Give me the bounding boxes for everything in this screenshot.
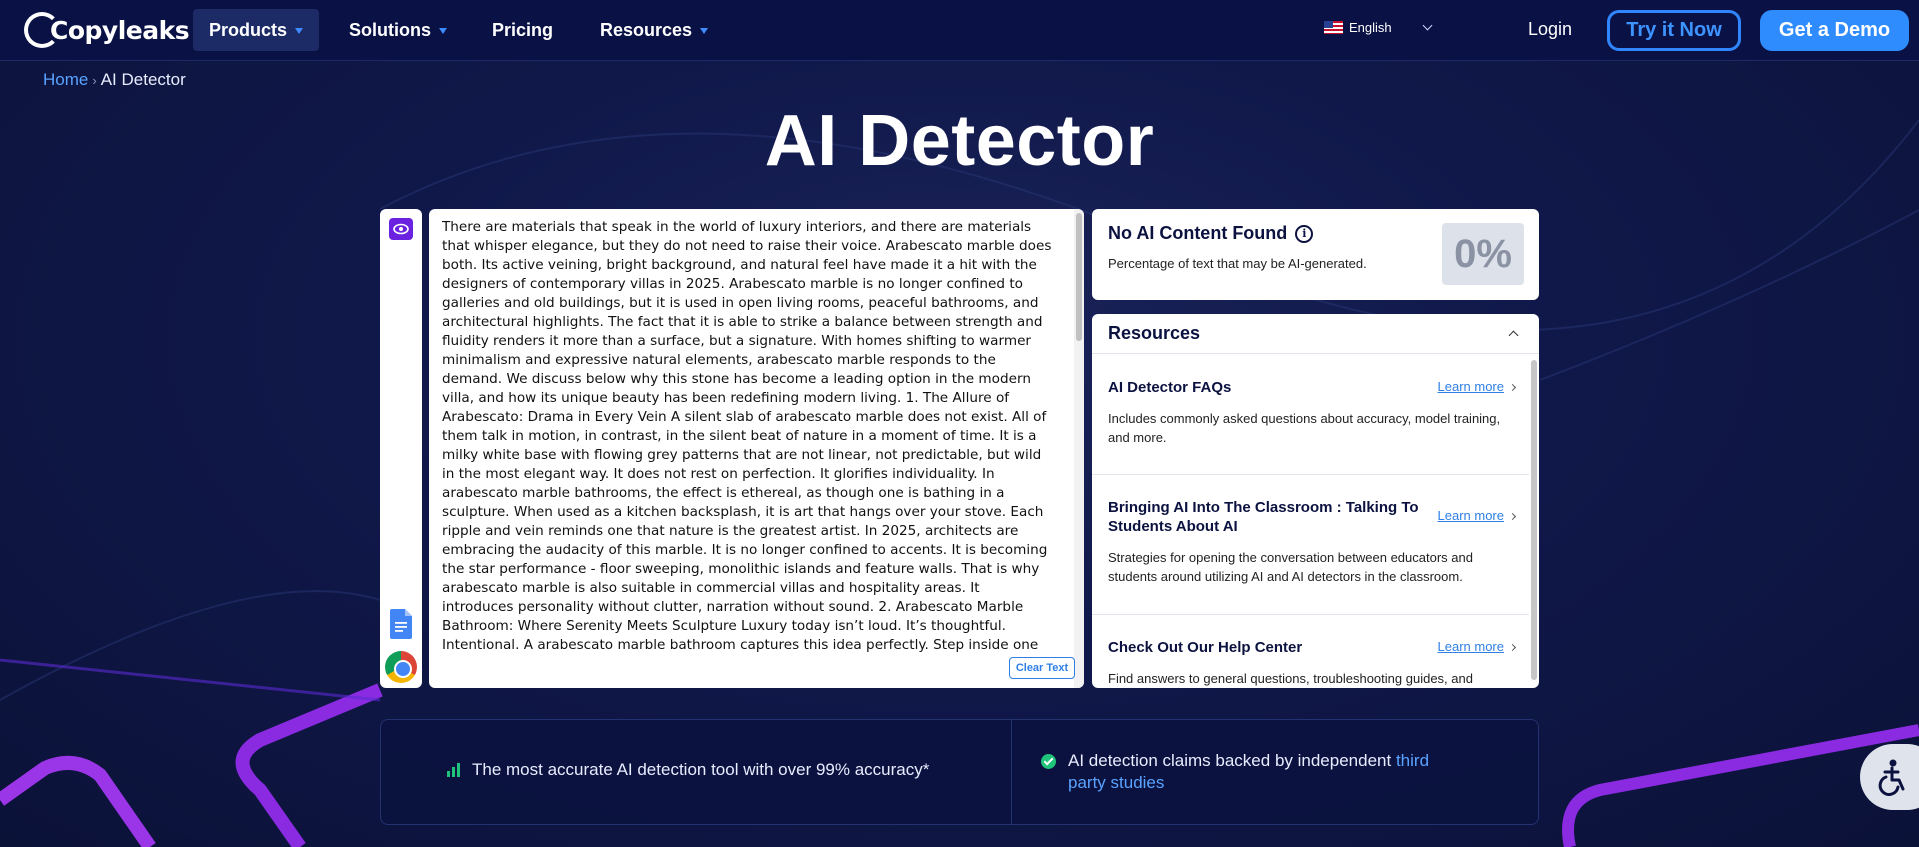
resource-title[interactable]: AI Detector FAQs: [1108, 378, 1428, 397]
text-input-panel[interactable]: There are materials that speak in the wo…: [429, 209, 1084, 688]
nav-resources-label: Resources: [600, 19, 693, 40]
learn-more-link[interactable]: Learn more: [1437, 508, 1517, 523]
resources-panel: Resources AI Detector FAQs Learn more In…: [1092, 314, 1539, 688]
top-nav: Copyleaks Products Solutions Pricing Res…: [0, 0, 1919, 61]
caret-down-icon: [439, 28, 447, 34]
us-flag-icon: [1324, 21, 1343, 34]
ai-percentage: 0%: [1442, 223, 1524, 285]
eye-icon[interactable]: [389, 218, 413, 240]
breadcrumb-separator: ›: [92, 73, 97, 88]
learn-more-label: Learn more: [1437, 639, 1504, 654]
third-party-studies-link[interactable]: third: [1396, 751, 1429, 770]
get-a-demo-button[interactable]: Get a Demo: [1760, 10, 1909, 51]
info-icon[interactable]: i: [1295, 224, 1314, 243]
result-card: No AI Content Found i Percentage of text …: [1092, 209, 1539, 300]
resources-list: AI Detector FAQs Learn more Includes com…: [1092, 355, 1529, 688]
chrome-extension-icon[interactable]: [385, 651, 417, 683]
text-scrollbar[interactable]: [1074, 209, 1084, 688]
accessibility-button[interactable]: [1860, 744, 1919, 810]
resource-description: Find answers to general questions, troub…: [1108, 671, 1473, 686]
resource-item: Bringing AI Into The Classroom : Talking…: [1092, 475, 1529, 615]
try-it-now-button[interactable]: Try it Now: [1607, 10, 1741, 51]
result-heading-text: No AI Content Found: [1108, 223, 1288, 243]
result-description: Percentage of text that may be AI-genera…: [1108, 256, 1367, 271]
third-party-studies-link-2[interactable]: party studies: [1068, 773, 1164, 792]
accuracy-claim: The most accurate AI detection tool with…: [447, 760, 929, 780]
breadcrumb-current: AI Detector: [100, 70, 186, 89]
nav-products[interactable]: Products: [193, 9, 320, 51]
resource-item: Check Out Our Help Center Learn more Fin…: [1092, 615, 1529, 688]
google-docs-icon[interactable]: [390, 609, 412, 639]
resources-heading: Resources: [1108, 323, 1201, 343]
nav-products-label: Products: [209, 19, 288, 40]
learn-more-label: Learn more: [1437, 508, 1504, 523]
copyleaks-logo[interactable]: Copyleaks: [24, 10, 190, 50]
check-circle-icon: [1041, 754, 1056, 769]
nav-resources[interactable]: Resources: [584, 9, 724, 51]
nav-solutions-label: Solutions: [349, 19, 431, 40]
text-scrollbar-thumb[interactable]: [1076, 213, 1082, 341]
page-title: AI Detector: [764, 101, 1155, 181]
language-selector[interactable]: English: [1324, 20, 1392, 35]
resource-description: Strategies for opening the conversation …: [1108, 550, 1473, 584]
logo-text: Copyleaks: [50, 15, 190, 45]
editor-toolbar: [380, 209, 422, 688]
chevron-down-icon[interactable]: [1422, 20, 1433, 31]
chevron-right-icon: [1508, 512, 1517, 521]
resource-title[interactable]: Check Out Our Help Center: [1108, 638, 1428, 657]
nav-solutions[interactable]: Solutions: [333, 9, 463, 51]
accessibility-icon: [1878, 759, 1905, 796]
learn-more-link[interactable]: Learn more: [1437, 379, 1517, 394]
nav-pricing[interactable]: Pricing: [476, 9, 569, 51]
resources-header[interactable]: Resources: [1092, 314, 1539, 354]
login-link[interactable]: Login: [1528, 19, 1572, 40]
caret-down-icon: [700, 28, 709, 34]
text-input[interactable]: There are materials that speak in the wo…: [442, 218, 1052, 658]
breadcrumb-home[interactable]: Home: [43, 70, 88, 89]
breadcrumb: Home › AI Detector: [43, 70, 186, 90]
accuracy-text: The most accurate AI detection tool with…: [472, 760, 930, 779]
accuracy-banner: The most accurate AI detection tool with…: [380, 719, 1539, 825]
bar-chart-icon: [447, 763, 460, 777]
studies-claim: AI detection claims backed by independen…: [1041, 750, 1488, 794]
banner-divider: [1011, 720, 1012, 824]
resources-scrollbar[interactable]: [1531, 360, 1537, 680]
resource-title[interactable]: Bringing AI Into The Classroom : Talking…: [1108, 498, 1428, 536]
learn-more-link[interactable]: Learn more: [1437, 639, 1517, 654]
clear-text-button[interactable]: Clear Text: [1009, 657, 1075, 679]
resource-item: AI Detector FAQs Learn more Includes com…: [1092, 355, 1529, 475]
studies-text: AI detection claims backed by independen…: [1068, 750, 1488, 794]
studies-prefix: AI detection claims backed by independen…: [1068, 751, 1392, 770]
chevron-right-icon: [1508, 383, 1517, 392]
nav-pricing-label: Pricing: [492, 19, 554, 40]
resource-description: Includes commonly asked questions about …: [1108, 411, 1501, 445]
chevron-up-icon[interactable]: [1508, 330, 1519, 341]
result-heading: No AI Content Found i: [1108, 223, 1314, 244]
language-label: English: [1349, 20, 1392, 35]
caret-down-icon: [295, 28, 304, 34]
chevron-right-icon: [1508, 643, 1517, 652]
learn-more-label: Learn more: [1437, 379, 1504, 394]
